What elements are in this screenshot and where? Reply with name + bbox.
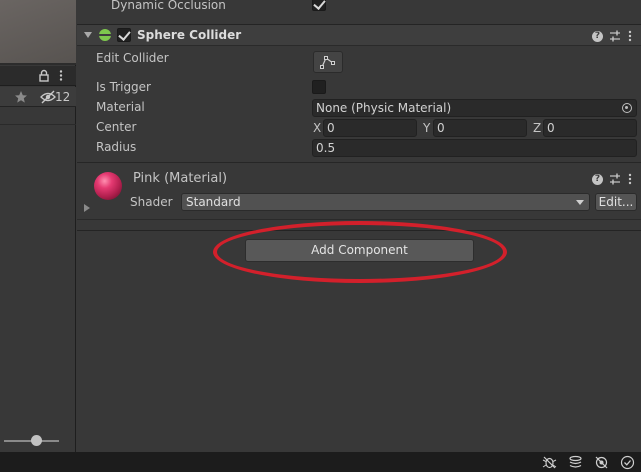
edit-collider-label: Edit Collider [96, 51, 169, 65]
left-panel: 12 [0, 0, 76, 452]
physic-material-value: None (Physic Material) [316, 101, 452, 115]
shader-value: Standard [186, 195, 241, 209]
hidden-count: 12 [55, 90, 71, 104]
material-help-icon[interactable]: ? [592, 173, 603, 185]
is-trigger-label: Is Trigger [96, 80, 151, 94]
hierarchy-list [0, 108, 76, 125]
center-y-axis-label[interactable]: Y [423, 121, 430, 135]
hierarchy-toolbar: 12 [0, 87, 76, 107]
highlight-ellipse-annotation [213, 221, 507, 283]
status-check-icon[interactable] [620, 455, 635, 470]
lock-icon[interactable] [39, 69, 49, 82]
edit-shader-button[interactable]: Edit... [595, 193, 637, 211]
center-z-field[interactable]: 0 [543, 119, 637, 137]
auto-generate-lighting-icon[interactable] [594, 455, 609, 470]
physic-material-field[interactable]: None (Physic Material) [312, 99, 637, 117]
layers-stack-icon[interactable] [568, 455, 583, 470]
edit-collider-icon [320, 56, 335, 69]
dynamic-occlusion-label: Dynamic Occlusion [111, 0, 226, 12]
material-label: Material [96, 100, 145, 114]
radius-label: Radius [96, 140, 137, 154]
visibility-hidden-icon[interactable] [40, 90, 56, 104]
debug-bug-icon[interactable] [542, 455, 557, 470]
edit-collider-button[interactable] [313, 51, 343, 73]
unity-editor: 12 Dynamic Occlusion Sphere Collider ? E… [0, 0, 641, 472]
dynamic-occlusion-checkbox[interactable] [312, 0, 326, 11]
inspector-panel: Dynamic Occlusion Sphere Collider ? Edit… [77, 0, 641, 452]
favorites-star-icon[interactable] [13, 89, 29, 105]
shader-dropdown[interactable]: Standard [181, 193, 590, 211]
material-title: Pink (Material) [133, 171, 228, 186]
center-x-axis-label[interactable]: X [313, 121, 321, 135]
center-y-field[interactable]: 0 [433, 119, 527, 137]
status-icons [542, 455, 635, 470]
foldout-arrow-icon[interactable] [84, 32, 92, 38]
shader-label: Shader [130, 195, 173, 209]
center-label: Center [96, 120, 137, 134]
component-menu-icon[interactable] [627, 29, 633, 43]
status-bar [0, 452, 641, 472]
component-title: Sphere Collider [137, 28, 242, 42]
material-header-icons: ? [592, 171, 633, 187]
divider [77, 162, 641, 163]
sphere-collider-enabled-checkbox[interactable] [117, 28, 131, 42]
help-icon[interactable]: ? [592, 30, 603, 42]
material-presets-sliders-icon[interactable] [609, 172, 621, 186]
radius-field[interactable]: 0.5 [312, 139, 637, 157]
hierarchy-tab-bar [0, 66, 76, 86]
component-header-icons: ? [592, 28, 633, 44]
chevron-down-icon [576, 200, 584, 205]
more-options-icon[interactable] [58, 69, 64, 82]
material-menu-icon[interactable] [627, 172, 633, 186]
sphere-collider-header[interactable]: Sphere Collider ? [77, 24, 641, 46]
material-preview-sphere [94, 172, 122, 200]
is-trigger-checkbox[interactable] [312, 80, 326, 94]
material-foldout-arrow-icon[interactable] [84, 204, 90, 212]
scene-view[interactable] [0, 0, 76, 65]
presets-sliders-icon[interactable] [609, 29, 621, 43]
sphere-collider-icon [99, 29, 111, 41]
object-picker-icon[interactable] [622, 103, 632, 113]
zoom-slider-thumb[interactable] [31, 435, 42, 446]
center-x-field[interactable]: 0 [323, 119, 417, 137]
center-z-axis-label[interactable]: Z [533, 121, 541, 135]
